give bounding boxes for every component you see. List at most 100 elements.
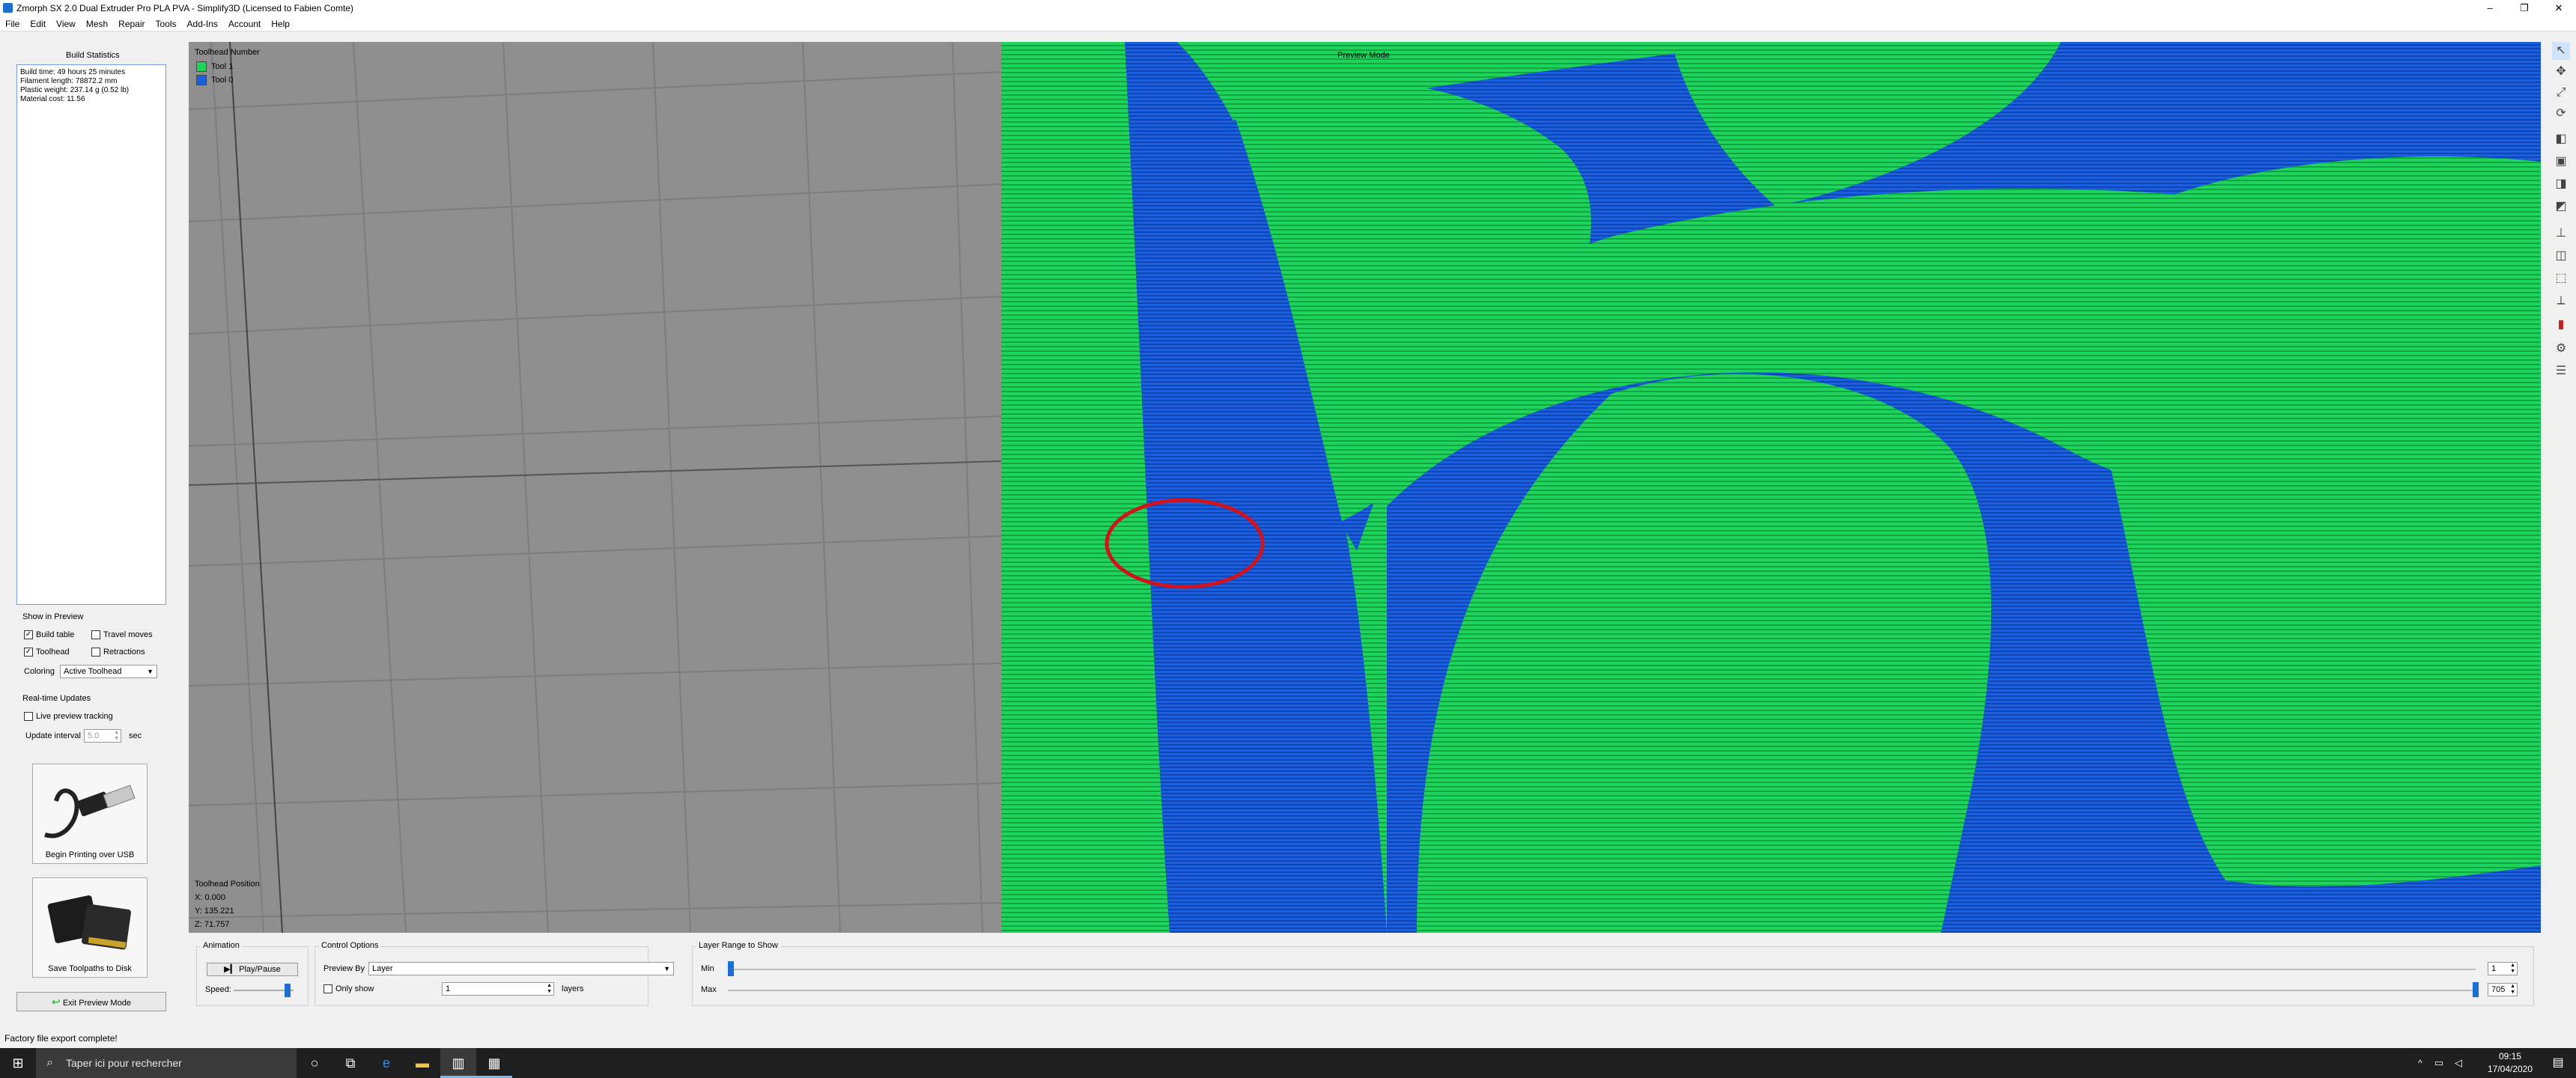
toolhead-label: Toolhead <box>36 648 70 657</box>
cube-icon[interactable]: ◫ <box>2552 247 2570 265</box>
close-button[interactable]: ✕ <box>2542 0 2576 16</box>
move-icon[interactable]: ✥ <box>2552 63 2570 81</box>
coloring-select[interactable]: Active Toolhead ▼ <box>60 665 157 678</box>
legend-title: Toolhead Number <box>195 48 260 57</box>
update-interval-input[interactable]: 5.0 ▲ ▼ <box>84 729 121 743</box>
toolhead-checkbox[interactable]: ✓ Toolhead <box>24 648 70 657</box>
legend-swatch <box>196 75 207 85</box>
stat-plastic-weight: Plastic weight: 237.14 g (0.52 lb) <box>20 86 130 94</box>
layers-label: layers <box>562 984 584 993</box>
app-icon <box>3 3 13 13</box>
menu-tools[interactable]: Tools <box>151 16 182 31</box>
edge-icon[interactable]: e <box>368 1048 404 1078</box>
network-icon[interactable]: ▭ <box>2429 1048 2449 1078</box>
live-tracking-checkbox[interactable]: Live preview tracking <box>24 712 113 722</box>
view-top-icon[interactable]: ◨ <box>2552 175 2570 193</box>
control-options-group <box>315 946 648 1006</box>
max-layer-input[interactable]: 705 ▲ ▼ <box>2488 983 2518 996</box>
only-show-label: Only show <box>335 984 374 993</box>
settings-gear-icon[interactable]: ⚙ <box>2552 340 2570 358</box>
windows-start-icon[interactable]: ⊞ <box>0 1048 36 1078</box>
build-table-checkbox[interactable]: ✓ Build table <box>24 630 74 640</box>
cortana-icon[interactable]: ○ <box>297 1048 332 1078</box>
menu-mesh[interactable]: Mesh <box>81 16 113 31</box>
layers-icon[interactable]: ☰ <box>2552 362 2570 380</box>
toolpath-render <box>189 42 2541 933</box>
toolhead-position: Toolhead Position X: 0.000 Y: 135.221 Z:… <box>195 877 260 931</box>
retractions-label: Retractions <box>103 648 145 657</box>
material-icon[interactable]: ▮ <box>2552 316 2570 334</box>
toolhead-z: Z: 71.757 <box>195 920 230 929</box>
menu-edit[interactable]: Edit <box>25 16 51 31</box>
preview-mode-label: Preview Mode <box>1337 51 1390 60</box>
search-icon: ⌕ <box>46 1056 53 1069</box>
min-slider-track[interactable] <box>728 969 2476 970</box>
only-show-input[interactable]: 1 ▲ ▼ <box>442 982 554 996</box>
layer-range-group <box>692 946 2534 1006</box>
control-options-title: Control Options <box>319 941 381 950</box>
chevron-down-icon: ▼ <box>663 965 670 972</box>
minimize-button[interactable]: – <box>2473 0 2507 16</box>
measure-icon[interactable]: ⟂ <box>2552 292 2570 310</box>
title-bar: Zmorph SX 2.0 Dual Extruder Pro PLA PVA … <box>0 0 2576 16</box>
app-taskbar-icon[interactable]: ▦ <box>476 1048 512 1078</box>
only-show-checkbox[interactable]: Only show <box>323 984 374 994</box>
max-slider-track[interactable] <box>728 990 2476 991</box>
check-icon: ✓ <box>24 648 33 657</box>
section-icon[interactable]: ⬚ <box>2552 270 2570 287</box>
travel-moves-checkbox[interactable]: Travel moves <box>91 630 153 640</box>
volume-icon[interactable]: ◁ <box>2449 1048 2468 1078</box>
animation-title: Animation <box>201 941 242 950</box>
sd-button-label: Save Toolpaths to Disk <box>48 964 132 973</box>
back-arrow-icon: ↩ <box>52 996 61 1008</box>
usb-button-label: Begin Printing over USB <box>45 850 135 859</box>
select-cursor-icon[interactable]: ↖ <box>2552 42 2570 60</box>
exit-preview-label: Exit Preview Mode <box>62 999 131 1008</box>
max-slider-thumb[interactable] <box>2473 982 2479 997</box>
view-left-icon[interactable]: ◩ <box>2552 198 2570 216</box>
legend-item-tool1: Tool 1 <box>196 61 233 72</box>
file-explorer-icon[interactable]: ▬ <box>404 1048 440 1078</box>
menu-account[interactable]: Account <box>223 16 266 31</box>
rotate-icon[interactable]: ⟳ <box>2552 105 2570 123</box>
retractions-checkbox[interactable]: Retractions <box>91 648 145 657</box>
live-tracking-label: Live preview tracking <box>36 712 113 721</box>
taskbar-search[interactable]: ⌕ Taper ici pour rechercher <box>36 1048 297 1078</box>
play-pause-button[interactable]: ▶▎ Play/Pause <box>207 963 298 976</box>
menu-repair[interactable]: Repair <box>113 16 150 31</box>
task-view-icon[interactable]: ⧉ <box>332 1048 368 1078</box>
simplify3d-taskbar-icon[interactable]: ▥ <box>440 1048 476 1078</box>
stat-filament-length: Filament length: 78872.2 mm <box>20 77 118 85</box>
build-statistics-box[interactable]: Build time: 49 hours 25 minutes Filament… <box>16 64 166 605</box>
realtime-updates-title: Real-time Updates <box>22 694 91 703</box>
tray-chevron-icon[interactable]: ^ <box>2411 1048 2429 1078</box>
clock-date: 17/04/2020 <box>2487 1064 2533 1074</box>
update-interval-unit: sec <box>129 731 142 740</box>
min-slider-thumb[interactable] <box>728 961 734 976</box>
menu-help[interactable]: Help <box>266 16 295 31</box>
menu-add-ins[interactable]: Add-Ins <box>182 16 223 31</box>
speed-slider-thumb[interactable] <box>285 984 291 997</box>
begin-usb-print-button[interactable]: Begin Printing over USB <box>32 764 148 864</box>
view-toolbar: ↖ ✥ ⤢ ⟳ ◧ ▣ ◨ ◩ ⊥ ◫ ⬚ ⟂ ▮ ⚙ ☰ <box>2546 37 2576 397</box>
min-layer-input[interactable]: 1 ▲ ▼ <box>2488 962 2518 975</box>
taskbar: ⊞ ⌕ Taper ici pour rechercher ○ ⧉ e ▬ ▥ … <box>0 1048 2576 1078</box>
maximize-button[interactable]: ❐ <box>2507 0 2542 16</box>
preview-by-select[interactable]: Layer ▼ <box>368 962 674 975</box>
bottom-panel: Animation ▶▎ Play/Pause Speed: Control O… <box>189 939 2541 1012</box>
view-iso-icon[interactable]: ◧ <box>2552 130 2570 148</box>
scale-icon[interactable]: ⤢ <box>2552 84 2570 102</box>
chevron-down-icon: ▼ <box>147 668 154 675</box>
menu-file[interactable]: File <box>0 16 25 31</box>
axis-icon[interactable]: ⊥ <box>2552 225 2570 243</box>
toolhead-x: X: 0.000 <box>195 893 225 902</box>
save-toolpaths-button[interactable]: Save Toolpaths to Disk <box>32 877 148 978</box>
taskbar-clock[interactable]: 09:15 17/04/2020 <box>2479 1050 2542 1076</box>
notification-icon[interactable]: ▤ <box>2543 1048 2573 1078</box>
menu-view[interactable]: View <box>51 16 81 31</box>
play-icon: ▶▎ <box>224 965 237 974</box>
toolhead-position-title: Toolhead Position <box>195 880 260 889</box>
view-front-icon[interactable]: ▣ <box>2552 153 2570 171</box>
exit-preview-button[interactable]: ↩ Exit Preview Mode <box>16 992 166 1011</box>
3d-viewport[interactable]: Toolhead Number Tool 1 Tool 0 Preview Mo… <box>189 42 2541 933</box>
